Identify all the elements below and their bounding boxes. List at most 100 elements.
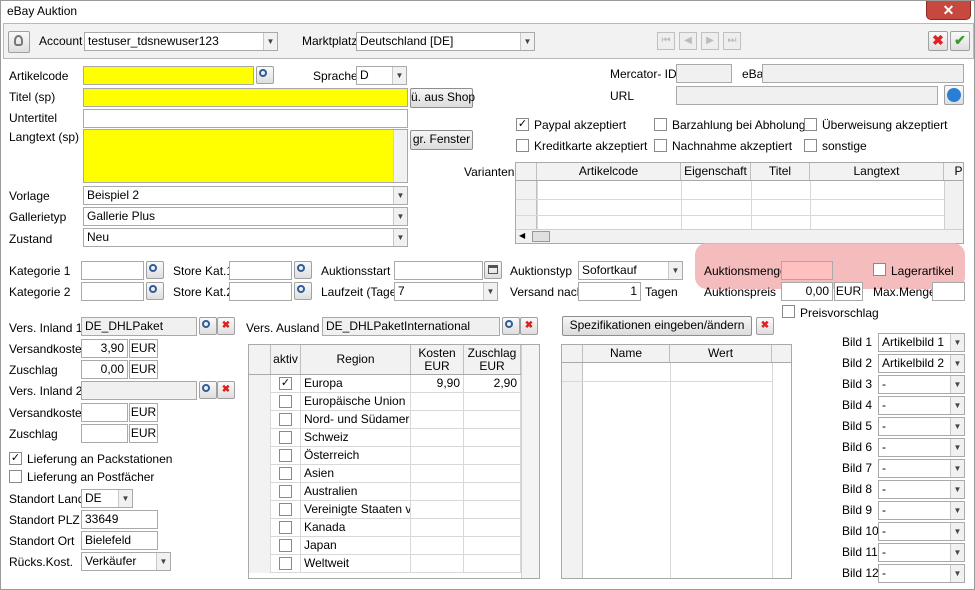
titel-input[interactable] xyxy=(83,88,408,107)
aus-shop-button[interactable]: ü. aus Shop xyxy=(410,88,475,108)
region-aktiv-cell[interactable] xyxy=(271,447,301,465)
bild-select[interactable]: - ▼ xyxy=(878,480,965,499)
region-aktiv-checkbox[interactable] xyxy=(279,557,292,570)
kategorie2-input[interactable] xyxy=(81,282,144,301)
row-header[interactable] xyxy=(249,519,271,537)
next-record-icon[interactable]: ▶ xyxy=(701,32,719,50)
region-row[interactable]: ✓ Europa 9,90 2,90 xyxy=(249,375,521,393)
row-header[interactable] xyxy=(249,375,271,393)
row-header[interactable] xyxy=(249,429,271,447)
region-kosten-cell[interactable] xyxy=(411,393,464,411)
region-aktiv-checkbox[interactable]: ✓ xyxy=(279,377,292,390)
versand-nach-input[interactable]: 1 xyxy=(578,282,641,301)
region-aktiv-cell[interactable] xyxy=(271,519,301,537)
bild-select[interactable]: - ▼ xyxy=(878,522,965,541)
ueberweisung-checkbox[interactable] xyxy=(804,118,817,131)
inland1-delete-icon[interactable]: ✖ xyxy=(217,317,235,335)
region-row[interactable]: Asien xyxy=(249,465,521,483)
packstationen-checkbox[interactable]: ✓ xyxy=(9,452,22,465)
close-window-button[interactable]: ✕ xyxy=(926,1,971,20)
region-zuschlag-cell[interactable] xyxy=(464,447,521,465)
region-aktiv-cell[interactable] xyxy=(271,411,301,429)
prev-record-icon[interactable]: ◀ xyxy=(679,32,697,50)
region-zuschlag-cell[interactable]: 2,90 xyxy=(464,375,521,393)
sprache-select[interactable]: D ▼ xyxy=(356,66,407,85)
ruecks-select[interactable]: Verkäufer ▼ xyxy=(81,552,171,571)
region-aktiv-cell[interactable]: ✓ xyxy=(271,375,301,393)
region-aktiv-checkbox[interactable] xyxy=(279,413,292,426)
row-header[interactable] xyxy=(249,555,271,573)
spezifikationen-button[interactable]: Spezifikationen eingeben/ändern xyxy=(562,316,752,336)
region-aktiv-checkbox[interactable] xyxy=(279,395,292,408)
maxmenge-input[interactable] xyxy=(932,282,965,301)
region-row[interactable]: Japan xyxy=(249,537,521,555)
region-kosten-cell[interactable] xyxy=(411,519,464,537)
region-zuschlag-cell[interactable] xyxy=(464,519,521,537)
account-select[interactable]: testuser_tdsnewuser123 ▼ xyxy=(84,32,278,51)
bild-select[interactable]: - ▼ xyxy=(878,417,965,436)
region-zuschlag-cell[interactable] xyxy=(464,411,521,429)
region-kosten-cell[interactable] xyxy=(411,555,464,573)
region-aktiv-checkbox[interactable] xyxy=(279,503,292,516)
inland1-search-icon[interactable] xyxy=(199,317,217,335)
region-aktiv-cell[interactable] xyxy=(271,555,301,573)
region-row[interactable]: Kanada xyxy=(249,519,521,537)
region-kosten-cell[interactable] xyxy=(411,483,464,501)
kreditkarte-checkbox[interactable] xyxy=(516,139,529,152)
auktionspreis-input[interactable]: 0,00 xyxy=(781,282,833,301)
vorlage-select[interactable]: Beispiel 2 ▼ xyxy=(83,186,408,205)
preisvorschlag-checkbox[interactable] xyxy=(782,305,795,318)
zustand-select[interactable]: Neu ▼ xyxy=(83,228,408,247)
row-header[interactable] xyxy=(249,393,271,411)
postfaecher-checkbox[interactable] xyxy=(9,470,22,483)
langtext-scrollbar[interactable] xyxy=(393,130,407,182)
storekat1-input[interactable] xyxy=(229,261,292,280)
region-row[interactable]: Österreich xyxy=(249,447,521,465)
gallerietyp-select[interactable]: Gallerie Plus ▼ xyxy=(83,207,408,226)
region-aktiv-checkbox[interactable] xyxy=(279,539,292,552)
storekat2-search-icon[interactable] xyxy=(294,282,312,300)
region-aktiv-checkbox[interactable] xyxy=(279,467,292,480)
ausland-delete-icon[interactable]: ✖ xyxy=(520,317,538,335)
auktionsmenge-input[interactable] xyxy=(781,261,833,280)
region-row[interactable]: Schweiz xyxy=(249,429,521,447)
varianten-vscrollbar[interactable] xyxy=(944,181,963,229)
spezifikationen-delete-icon[interactable]: ✖ xyxy=(756,317,774,335)
lagerartikel-checkbox[interactable] xyxy=(873,263,886,276)
storekat1-search-icon[interactable] xyxy=(294,261,312,279)
standort-land-select[interactable]: DE ▼ xyxy=(81,489,133,508)
first-record-icon[interactable]: ⏮ xyxy=(657,32,675,50)
regions-scrollbar[interactable] xyxy=(521,345,539,578)
kategorie2-search-icon[interactable] xyxy=(146,282,164,300)
barzahlung-checkbox[interactable] xyxy=(654,118,667,131)
standort-ort-input[interactable]: Bielefeld xyxy=(81,531,158,550)
region-aktiv-cell[interactable] xyxy=(271,465,301,483)
last-record-icon[interactable]: ⏭ xyxy=(723,32,741,50)
bild-select[interactable]: - ▼ xyxy=(878,543,965,562)
row-header[interactable] xyxy=(249,537,271,555)
zuschlag2-input[interactable] xyxy=(81,424,128,443)
region-kosten-cell[interactable] xyxy=(411,501,464,519)
auktionsstart-input[interactable] xyxy=(394,261,483,280)
laufzeit-select[interactable]: 7 ▼ xyxy=(394,282,498,301)
region-zuschlag-cell[interactable] xyxy=(464,555,521,573)
region-row[interactable]: Nord- und Südamerika xyxy=(249,411,521,429)
region-zuschlag-cell[interactable] xyxy=(464,393,521,411)
artikelcode-search-icon[interactable] xyxy=(256,66,274,84)
bild-select[interactable]: Artikelbild 1 ▼ xyxy=(878,333,965,352)
region-aktiv-cell[interactable] xyxy=(271,537,301,555)
region-aktiv-checkbox[interactable] xyxy=(279,485,292,498)
sonstige-checkbox[interactable] xyxy=(804,139,817,152)
region-aktiv-cell[interactable] xyxy=(271,483,301,501)
langtext-textarea[interactable] xyxy=(83,129,408,183)
untertitel-input[interactable] xyxy=(83,109,408,128)
region-row[interactable]: Australien xyxy=(249,483,521,501)
row-header[interactable] xyxy=(249,411,271,429)
auktionstyp-select[interactable]: Sofortkauf ▼ xyxy=(578,261,683,280)
bild-select[interactable]: - ▼ xyxy=(878,501,965,520)
cancel-icon[interactable]: ✖ xyxy=(928,31,948,51)
calendar-icon[interactable] xyxy=(484,261,502,279)
kategorie1-input[interactable] xyxy=(81,261,144,280)
artikelcode-input[interactable] xyxy=(83,66,254,85)
region-zuschlag-cell[interactable] xyxy=(464,537,521,555)
